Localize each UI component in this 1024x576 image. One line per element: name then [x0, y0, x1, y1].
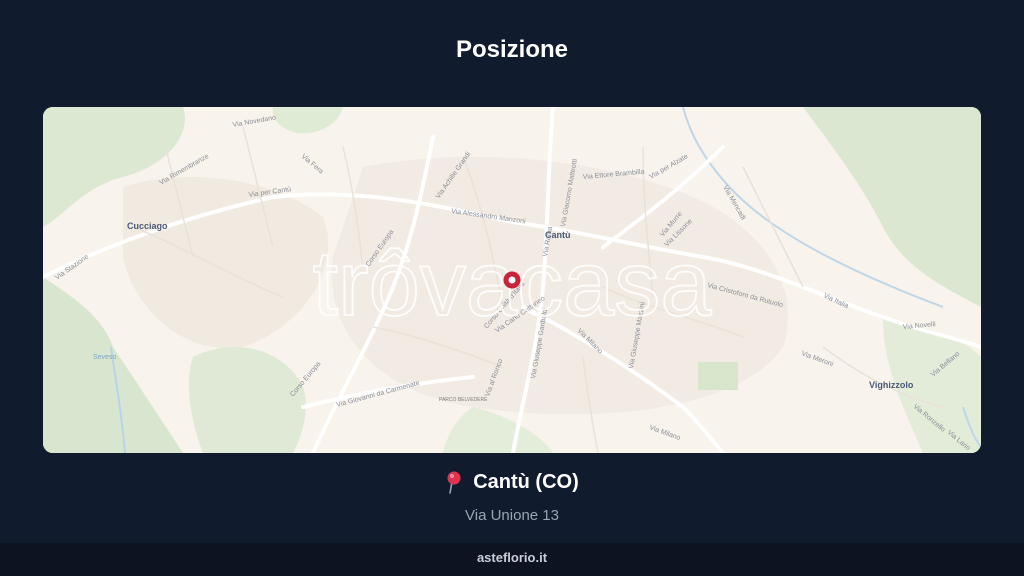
page-title: Posizione — [455, 36, 569, 63]
location-city: Cantù (CO) — [473, 470, 579, 493]
location-info: Cantù (CO) Via Unione 13 — [0, 470, 1024, 524]
pushpin-icon — [447, 471, 461, 494]
map[interactable]: Cucciago Cantù Vighizzolo PARCO BELVEDER… — [43, 107, 981, 453]
map-marker-icon[interactable] — [503, 271, 521, 289]
poi-label: PARCO BELVEDERE — [439, 397, 488, 403]
river-label: Seveso — [93, 354, 116, 361]
location-address: Via Unione 13 — [465, 507, 559, 524]
place-label: Vighizzolo — [869, 380, 914, 390]
map-canvas[interactable]: Cucciago Cantù Vighizzolo PARCO BELVEDER… — [43, 107, 981, 453]
footer-site[interactable]: asteflorio.it — [0, 543, 1024, 576]
green-area — [698, 362, 738, 390]
place-label: Cucciago — [127, 221, 168, 231]
